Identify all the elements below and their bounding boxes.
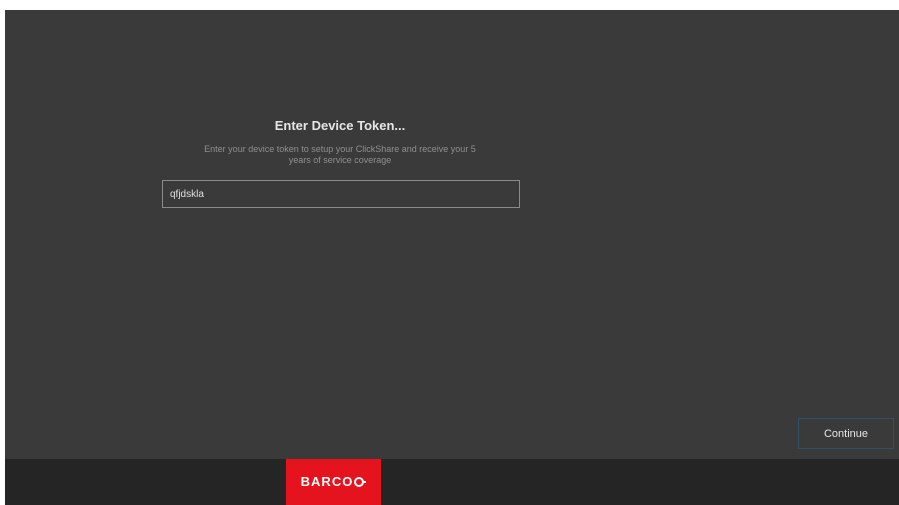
page-subtitle: Enter your device token to setup your Cl… <box>162 144 518 166</box>
footer-bar: BARCO <box>5 459 899 505</box>
barco-logo: BARCO <box>286 459 381 505</box>
continue-button[interactable]: Continue <box>798 418 894 449</box>
subtitle-line-2: years of service coverage <box>288 155 392 165</box>
device-token-input[interactable] <box>162 180 520 208</box>
subtitle-line-1: Enter your device token to setup your Cl… <box>204 144 476 154</box>
page-title: Enter Device Token... <box>274 118 406 133</box>
barco-logo-text: BARCO <box>300 474 354 489</box>
main-panel: Enter Device Token... Enter your device … <box>5 10 899 459</box>
setup-screen: Enter Device Token... Enter your device … <box>5 10 899 505</box>
barco-logo-mark-icon <box>354 477 367 487</box>
